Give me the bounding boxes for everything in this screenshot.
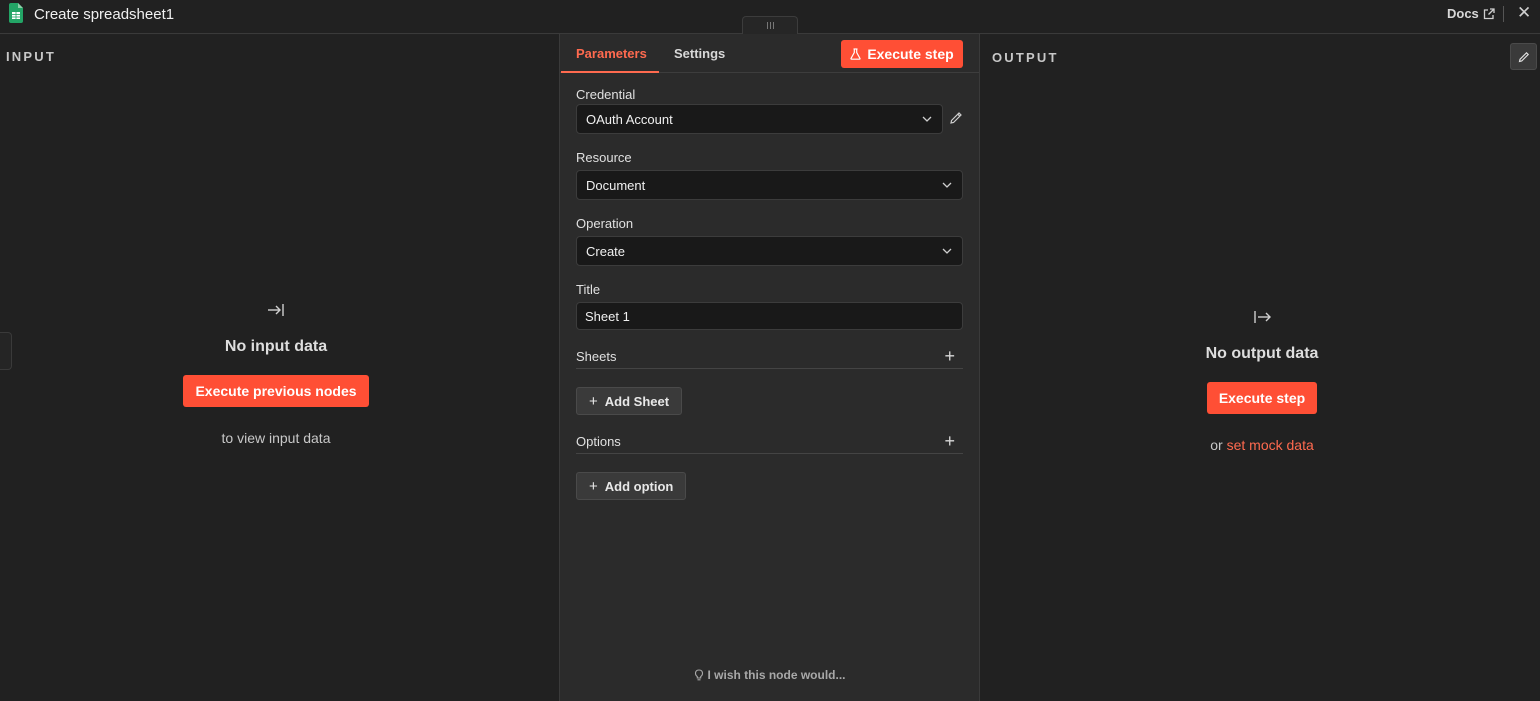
panel-tabs: Parameters Settings Execute step [560,34,979,73]
output-execute-step-button[interactable]: Execute step [1206,382,1318,414]
parameters-panel: Parameters Settings Execute step Credent… [559,34,980,701]
credential-value: OAuth Account [586,112,673,127]
plus-icon: + [589,392,598,410]
operation-value: Create [586,244,626,259]
plus-icon[interactable]: + [944,346,955,367]
resource-label: Resource [576,150,632,165]
credential-select[interactable]: OAuth Account [576,104,943,134]
execute-step-label: Execute step [867,46,954,62]
set-mock-data-link[interactable]: set mock data [1227,437,1314,453]
input-panel-label: INPUT [6,49,56,64]
input-empty-subtext: to view input data [221,430,331,446]
sheets-label: Sheets [576,349,617,364]
grip-line [769,22,771,29]
node-title[interactable]: Create spreadsheet1 [34,6,174,23]
plus-icon[interactable]: + [944,431,955,452]
execute-previous-nodes-button[interactable]: Execute previous nodes [183,375,369,407]
arrow-from-line-right-icon [1254,311,1271,323]
chevron-down-icon [942,182,952,188]
output-panel: OUTPUT No output data Execute step or se… [980,35,1540,701]
chevron-down-icon [942,248,952,254]
header-divider [1503,6,1504,22]
pencil-icon [1518,51,1529,62]
arrow-to-line-right-icon [268,304,284,316]
lightbulb-icon [694,669,703,681]
external-link-icon [1483,7,1495,19]
chevron-down-icon [922,116,932,122]
feedback-link[interactable]: I wish this node would... [560,668,979,682]
grip-line [766,22,768,29]
grip-line [772,22,774,29]
add-sheet-label: Add Sheet [604,393,670,409]
output-empty-title: No output data [1205,345,1319,362]
tab-parameters[interactable]: Parameters [576,46,647,61]
panel-drag-handle[interactable] [742,16,798,34]
input-empty-state: No input data Execute previous nodes to … [179,300,373,446]
plus-icon: + [589,477,598,495]
add-option-button[interactable]: + Add option [576,472,687,500]
tab-settings[interactable]: Settings [674,46,725,61]
sheets-section: Sheets + [576,346,963,369]
docs-link[interactable]: Docs [1447,6,1495,21]
add-sheet-button[interactable]: + Add Sheet [576,387,683,415]
options-label: Options [576,434,621,449]
edit-credential-pencil-icon[interactable] [949,111,963,125]
options-section: Options + [576,431,963,454]
output-panel-label: OUTPUT [992,50,1059,65]
credential-label: Credential [576,87,636,102]
title-input[interactable] [576,302,963,330]
feedback-label: I wish this node would... [707,668,846,682]
close-button[interactable]: ✕ [1517,3,1531,23]
operation-select[interactable]: Create [576,236,963,266]
execute-step-button[interactable]: Execute step [841,40,963,68]
panel-collapse-tab[interactable] [0,332,12,370]
resource-value: Document [586,178,646,193]
flask-icon [850,48,861,60]
resource-select[interactable]: Document [576,170,963,200]
output-empty-subtext: or set mock data [1210,437,1314,453]
output-sub-prefix: or [1210,437,1223,453]
output-empty-state: No output data Execute step or set mock … [1160,307,1364,453]
operation-label: Operation [576,216,634,231]
add-option-label: Add option [604,478,674,494]
title-label: Title [576,282,601,297]
input-empty-title: No input data [224,338,328,355]
active-tab-indicator [561,71,659,73]
docs-label: Docs [1447,6,1479,21]
edit-output-button[interactable] [1510,43,1537,70]
input-panel: INPUT No input data Execute previous nod… [0,35,559,701]
google-sheets-icon [9,3,23,23]
